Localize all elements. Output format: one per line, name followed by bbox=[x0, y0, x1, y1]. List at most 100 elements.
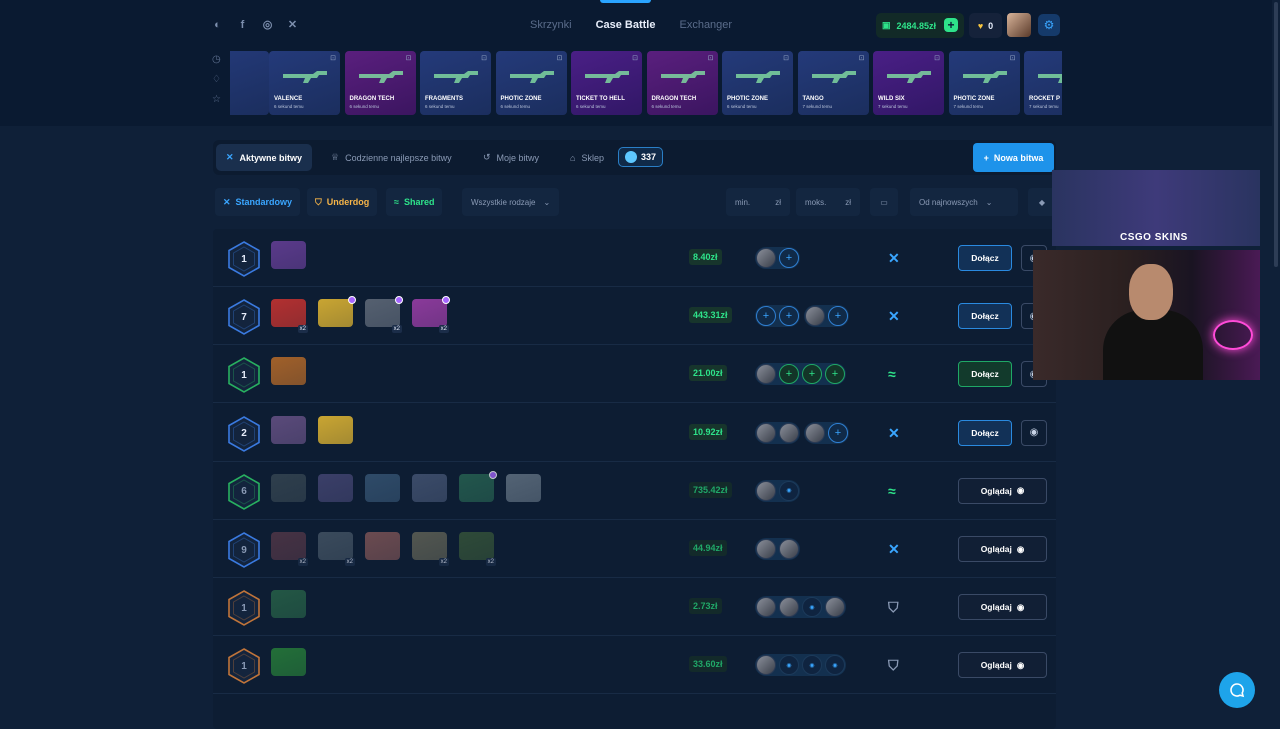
drop-time: 6 sekund temu bbox=[500, 104, 531, 109]
tab-shop[interactable]: ⌂ Sklep bbox=[560, 144, 614, 171]
scrollbar-thumb[interactable] bbox=[1274, 2, 1278, 267]
player-avatar bbox=[756, 422, 776, 443]
filter-standard[interactable]: ✕ Standardowy bbox=[215, 188, 301, 216]
case-multiplier: x2 bbox=[391, 325, 402, 334]
join-slot-plus-icon[interactable]: + bbox=[779, 306, 799, 327]
coins-widget[interactable]: ♥ 0 bbox=[969, 13, 1002, 38]
shared-icon: ≈ bbox=[888, 482, 896, 499]
chat-bubble-button[interactable] bbox=[1219, 672, 1255, 708]
filters-bar: ✕ Standardowy ⛉ Underdog ≈ Shared Wszystkie… bbox=[213, 186, 1056, 218]
weapon-icon bbox=[357, 65, 405, 85]
case-icon bbox=[271, 241, 306, 269]
tab-skrzynki[interactable]: Skrzynki bbox=[530, 0, 572, 50]
drop-card[interactable]: ⊡ VALENCE 6 sekund temu bbox=[269, 51, 340, 115]
max-price-input[interactable]: moks. zł bbox=[796, 188, 860, 216]
drop-card[interactable]: ⊡ FRAGMENTS 6 sekund temu bbox=[420, 51, 491, 115]
drop-card[interactable]: ⊡ PHOTIC ZONE 6 sekund temu bbox=[495, 51, 567, 115]
balance-widget[interactable]: ▣ 2484.85zł + bbox=[876, 13, 964, 38]
close-icon[interactable]: ⊡ bbox=[783, 54, 789, 62]
battle-row: 18.40zł+✕Dołącz◉ bbox=[213, 229, 1056, 287]
drop-card[interactable]: ⊡ DRAGON TECH 6 sekund temu bbox=[344, 51, 416, 115]
active-count-badge: 337 bbox=[618, 147, 664, 167]
battle-row: 1 2.73zł ◉ ⛉ Oglądaj ◉ bbox=[213, 578, 1056, 637]
drop-time: 6 sekund temu bbox=[349, 104, 380, 109]
case-badge bbox=[442, 296, 450, 305]
close-icon[interactable]: ⊡ bbox=[708, 54, 714, 62]
deposit-button[interactable]: + bbox=[944, 18, 958, 32]
min-price-input[interactable]: min. zł bbox=[726, 188, 790, 216]
tab-case-battle[interactable]: Case Battle bbox=[596, 0, 655, 50]
drop-time: 7 sekund temu bbox=[1029, 104, 1059, 109]
drop-card[interactable]: ⊡ WILD SIX 7 sekund temu bbox=[873, 51, 944, 115]
player-avatar bbox=[756, 655, 776, 676]
settings-gear-icon[interactable]: ⚙ bbox=[1038, 14, 1060, 36]
tab-exchanger[interactable]: Exchanger bbox=[679, 0, 732, 50]
watch-button[interactable]: Oglądaj ◉ bbox=[958, 594, 1047, 621]
star-icon[interactable]: ☆ bbox=[212, 94, 221, 105]
filter-underdog[interactable]: ⛉ Underdog bbox=[307, 188, 378, 216]
user-avatar[interactable] bbox=[1007, 13, 1031, 37]
instagram-icon[interactable]: ◎ bbox=[260, 17, 275, 32]
drop-card[interactable]: ⊡ TANGO 7 sekund temu bbox=[797, 51, 869, 115]
drop-partial[interactable] bbox=[230, 51, 269, 115]
close-icon[interactable]: ⊡ bbox=[406, 54, 412, 62]
join-slot-plus-icon[interactable]: + bbox=[802, 364, 822, 385]
join-button[interactable]: Dołącz bbox=[958, 245, 1012, 271]
battle-row: 121.00zł+++≈Dołącz◉ bbox=[213, 345, 1056, 404]
new-battle-button[interactable]: + Nowa bitwa bbox=[973, 143, 1054, 172]
sort-select[interactable]: Od najnowszych ⌄ bbox=[910, 188, 1018, 216]
watch-button[interactable]: Oglądaj ◉ bbox=[958, 536, 1047, 562]
watch-button[interactable]: Oglądaj ◉ bbox=[958, 477, 1047, 504]
empty-slot-icon: ◉ bbox=[802, 655, 822, 676]
close-icon[interactable]: ⊡ bbox=[632, 54, 638, 62]
join-button[interactable]: Dołącz bbox=[958, 361, 1012, 388]
close-icon[interactable]: ⊡ bbox=[934, 54, 940, 62]
watch-button[interactable]: Oglądaj ◉ bbox=[958, 652, 1047, 679]
drop-card[interactable]: ⊡ TICKET TO HELL 6 sekund temu bbox=[571, 51, 642, 115]
player-slots: ◉ ◉ ◉ bbox=[755, 654, 846, 677]
player-avatar bbox=[805, 306, 825, 327]
x-icon[interactable]: ✕ bbox=[285, 17, 300, 32]
join-slot-plus-icon[interactable]: + bbox=[825, 364, 845, 385]
join-button[interactable]: Dołącz bbox=[958, 303, 1012, 330]
join-slot-plus-icon[interactable]: + bbox=[779, 248, 799, 268]
empty-slot-icon: ◉ bbox=[779, 655, 799, 676]
close-icon[interactable]: ⊡ bbox=[330, 54, 336, 62]
case-list bbox=[271, 590, 306, 619]
filter-shared[interactable]: ≈ Shared bbox=[386, 188, 443, 216]
drop-name: PHOTIC ZONE bbox=[727, 96, 769, 102]
tab-my-battles[interactable]: ↺ Moje bitwy bbox=[473, 144, 549, 171]
join-slot-plus-icon[interactable]: + bbox=[828, 422, 848, 443]
tab-active-battles[interactable]: ✕ Aktywne bitwy bbox=[216, 144, 313, 171]
eye-icon[interactable]: ◉ bbox=[1021, 419, 1047, 446]
drop-time: 7 sekund temu bbox=[953, 104, 984, 109]
live-drops: ⊡ VALENCE 6 sekund temu ⊡ DRAGON TECH 6 sekun… bbox=[230, 51, 1062, 115]
join-button[interactable]: Dołącz bbox=[958, 419, 1012, 446]
clock-icon[interactable]: ◷ bbox=[212, 54, 221, 65]
drop-time: 6 sekund temu bbox=[651, 104, 682, 109]
thumbs-up-icon[interactable]: ♢ bbox=[212, 74, 221, 85]
battle-row: 6 735.42zł ◉ ≈ Oglądaj ◉ bbox=[213, 462, 1056, 520]
case-multiplier: x2 bbox=[344, 558, 355, 566]
player-slots: + + + bbox=[755, 305, 849, 328]
rounds-badge: 1 bbox=[227, 648, 261, 685]
join-slot-plus-icon[interactable]: + bbox=[779, 364, 799, 385]
facebook-icon[interactable]: f bbox=[235, 17, 250, 32]
player-slots: + bbox=[755, 247, 800, 269]
close-icon[interactable]: ⊡ bbox=[1010, 54, 1016, 62]
drop-card[interactable]: ⊡ PHOTIC ZONE 7 sekund temu bbox=[948, 51, 1020, 115]
calendar-icon[interactable]: ▭ bbox=[870, 188, 898, 216]
close-icon[interactable]: ⊡ bbox=[481, 54, 487, 62]
discord-icon[interactable]: ◐ bbox=[210, 17, 225, 32]
scrollbar[interactable] bbox=[1272, 0, 1280, 720]
drop-card[interactable]: ⊡ROCKET P7 sekund temu bbox=[1024, 51, 1062, 115]
join-slot-plus-icon[interactable]: + bbox=[828, 306, 848, 327]
close-icon[interactable]: ⊡ bbox=[859, 54, 865, 62]
type-select[interactable]: Wszystkie rodzaje ⌄ bbox=[462, 188, 560, 216]
join-slot-plus-icon[interactable]: + bbox=[756, 306, 776, 327]
drop-card[interactable]: ⊡ DRAGON TECH 6 sekund temu bbox=[646, 51, 718, 115]
tab-daily-best[interactable]: ♕ Codzienne najlepsze bitwy bbox=[321, 144, 462, 171]
close-icon[interactable]: ⊡ bbox=[557, 54, 563, 62]
swords-icon: ✕ bbox=[226, 152, 234, 162]
drop-card[interactable]: ⊡ PHOTIC ZONE 6 sekund temu bbox=[722, 51, 793, 115]
